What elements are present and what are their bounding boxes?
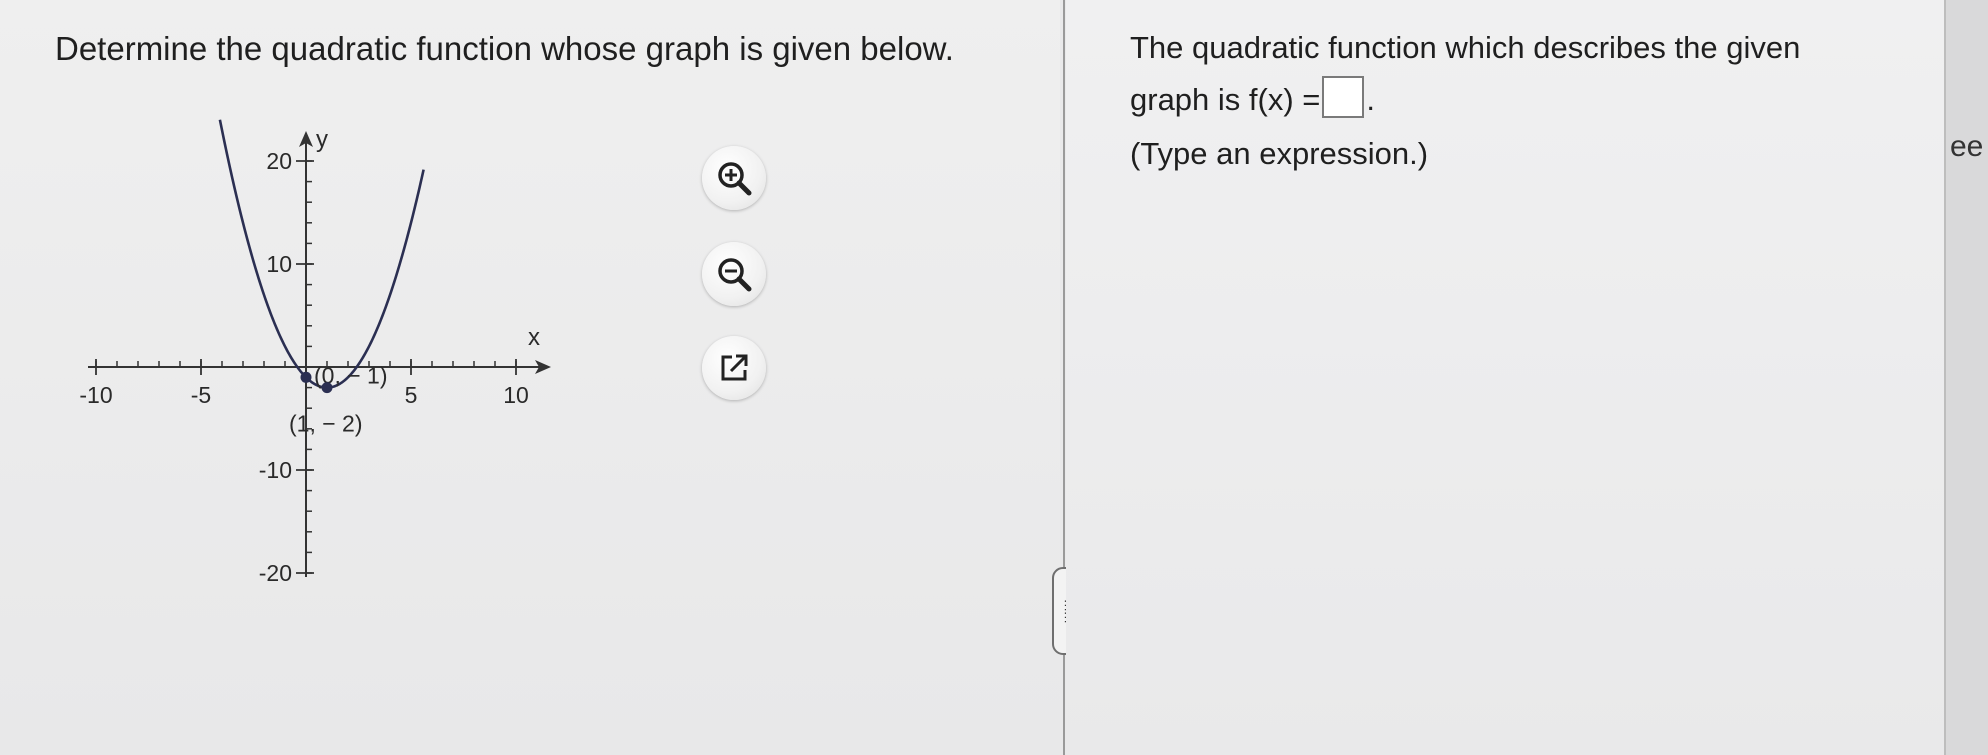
x-tick-label: -5 bbox=[191, 382, 211, 408]
y-tick-label: 20 bbox=[266, 148, 292, 174]
answer-statement: The quadratic function which describes t… bbox=[1130, 22, 1910, 180]
question-prompt: Determine the quadratic function whose g… bbox=[55, 30, 954, 67]
graph-point-label: (1, − 2) bbox=[289, 411, 363, 437]
x-tick-label: -10 bbox=[79, 382, 112, 408]
graph-point bbox=[321, 382, 333, 394]
x-axis-name: x bbox=[528, 324, 540, 351]
y-tick-label: -10 bbox=[259, 457, 292, 483]
answer-line-1: The quadratic function which describes t… bbox=[1130, 30, 1801, 65]
graph-point bbox=[300, 371, 312, 383]
answer-input-box[interactable] bbox=[1322, 76, 1365, 118]
external-link-icon bbox=[721, 354, 748, 381]
y-tick-label: 10 bbox=[266, 251, 292, 277]
x-tick-label: 10 bbox=[503, 382, 529, 408]
right-edge-panel bbox=[1944, 0, 1988, 755]
right-edge-text: ee bbox=[1950, 130, 1984, 163]
graph-panel: -10 -5 5 10 20 10 -10 -20 x y (0, − 1) (1, − 2) bbox=[79, 119, 720, 740]
zoom-out-icon bbox=[718, 258, 752, 292]
parabola-graph: -10 -5 5 102010-10-20xy(0, − 1)(1, − 2) bbox=[79, 119, 551, 586]
popout-button[interactable] bbox=[702, 336, 766, 400]
zoom-out-button[interactable] bbox=[702, 242, 766, 306]
zoom-in-button[interactable] bbox=[702, 146, 766, 210]
question-pane: Determine the quadratic function whose g… bbox=[0, 0, 1060, 755]
answer-hint: (Type an expression.) bbox=[1130, 136, 1429, 171]
y-axis-name: y bbox=[316, 126, 328, 153]
answer-pane: The quadratic function which describes t… bbox=[1066, 0, 1944, 755]
answer-line-2-prefix: graph is f(x) = bbox=[1130, 82, 1321, 117]
parabola-curve bbox=[218, 119, 425, 389]
x-tick-label: 5 bbox=[405, 382, 418, 408]
answer-line-2-suffix: . bbox=[1366, 82, 1375, 117]
zoom-in-icon bbox=[718, 162, 752, 196]
y-tick-label: -20 bbox=[259, 560, 292, 586]
